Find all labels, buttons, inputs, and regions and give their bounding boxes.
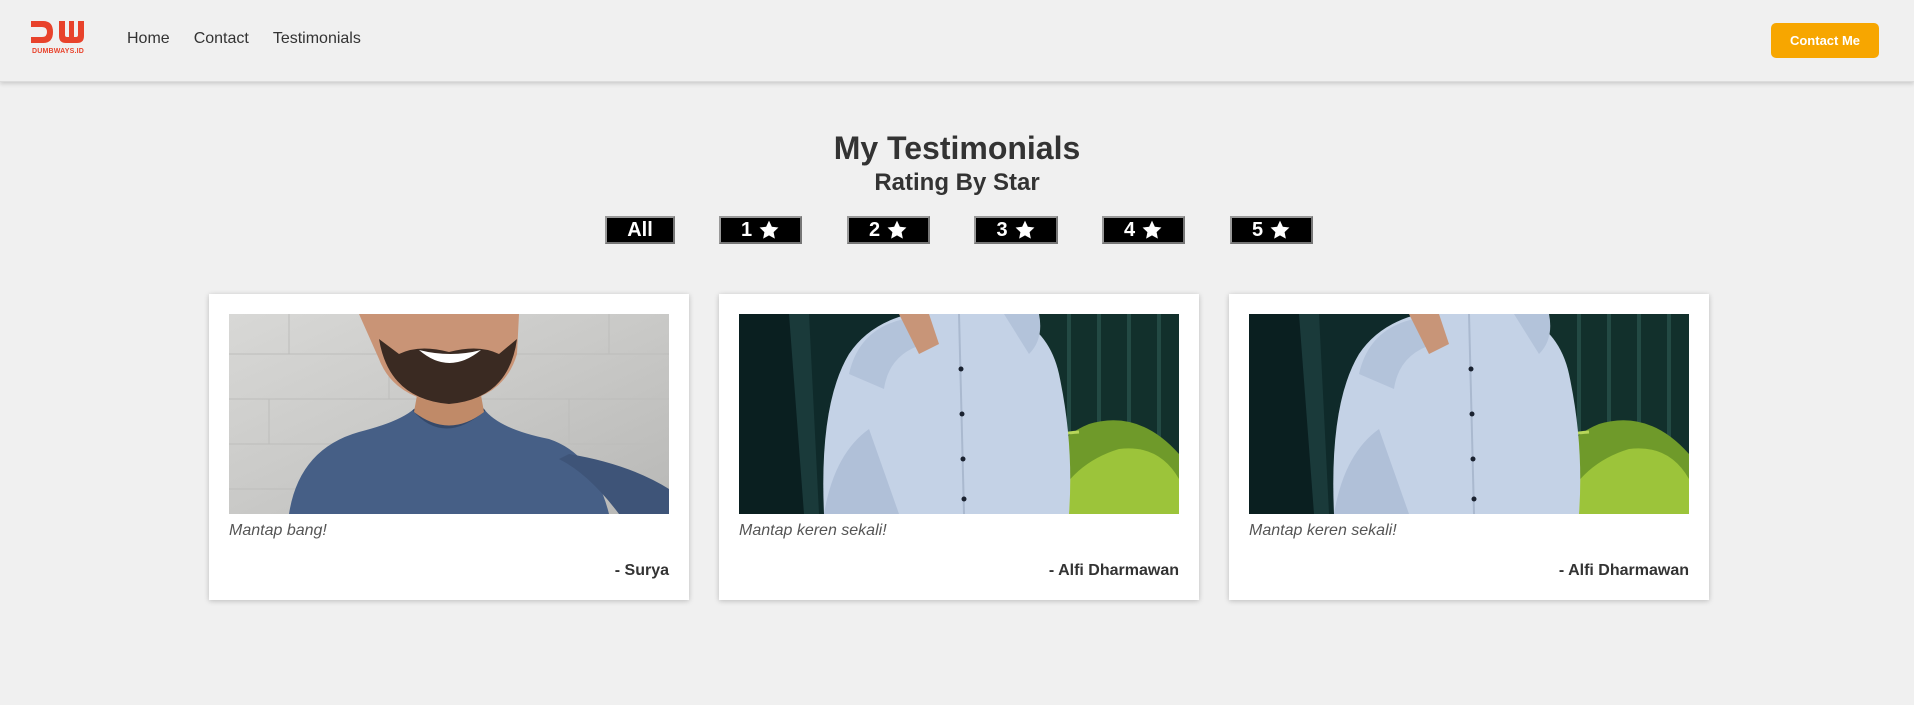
testimonial-quote: Mantap bang! bbox=[229, 522, 327, 539]
star-icon bbox=[1014, 219, 1036, 241]
star-icon bbox=[886, 219, 908, 241]
page-title: My Testimonials bbox=[833, 130, 1081, 166]
testimonial-quote: Mantap keren sekali! bbox=[739, 522, 887, 539]
star-icon bbox=[1269, 219, 1291, 241]
testimonial-photo bbox=[1249, 314, 1689, 514]
testimonial-quote: Mantap keren sekali! bbox=[1249, 522, 1397, 539]
star-icon bbox=[1141, 219, 1163, 241]
brand-logo[interactable]: DUMBWAYS.ID bbox=[29, 18, 87, 58]
testimonial-photo bbox=[739, 314, 1179, 514]
nav-link-testimonials[interactable]: Testimonials bbox=[273, 30, 361, 48]
filter-all-button[interactable]: All bbox=[605, 216, 675, 244]
filter-label: 4 bbox=[1123, 218, 1136, 241]
filter-1-star-button[interactable]: 1 bbox=[719, 216, 802, 244]
testimonial-card: Mantap bang! - Surya bbox=[209, 294, 689, 600]
filter-label: 2 bbox=[868, 218, 881, 241]
filter-label: 5 bbox=[1251, 218, 1264, 241]
nav-links: Home Contact Testimonials bbox=[127, 30, 385, 48]
testimonial-author: - Alfi Dharmawan bbox=[1558, 562, 1689, 579]
logo-text: DUMBWAYS.ID bbox=[31, 48, 85, 55]
nav-link-contact[interactable]: Contact bbox=[194, 30, 249, 48]
testimonial-photo bbox=[229, 314, 669, 514]
filter-label: 1 bbox=[740, 218, 753, 241]
filter-label: 3 bbox=[996, 218, 1008, 241]
testimonial-author: - Surya bbox=[614, 562, 669, 579]
filter-4-star-button[interactable]: 4 bbox=[1102, 216, 1185, 244]
filter-label: All bbox=[627, 218, 653, 241]
page-subtitle: Rating By Star bbox=[874, 169, 1040, 196]
filter-3-star-button[interactable]: 3 bbox=[974, 216, 1058, 244]
star-icon bbox=[758, 219, 780, 241]
filter-2-star-button[interactable]: 2 bbox=[847, 216, 930, 244]
navbar: DUMBWAYS.ID Home Contact Testimonials Co… bbox=[0, 0, 1914, 82]
nav-link-home[interactable]: Home bbox=[127, 30, 170, 48]
filter-5-star-button[interactable]: 5 bbox=[1230, 216, 1313, 244]
testimonial-card: Mantap keren sekali! - Alfi Dharmawan bbox=[1229, 294, 1709, 600]
testimonial-author: - Alfi Dharmawan bbox=[1048, 562, 1179, 579]
logo-icon bbox=[31, 21, 84, 43]
testimonial-card: Mantap keren sekali! - Alfi Dharmawan bbox=[719, 294, 1199, 600]
contact-me-button[interactable]: Contact Me bbox=[1771, 23, 1879, 58]
